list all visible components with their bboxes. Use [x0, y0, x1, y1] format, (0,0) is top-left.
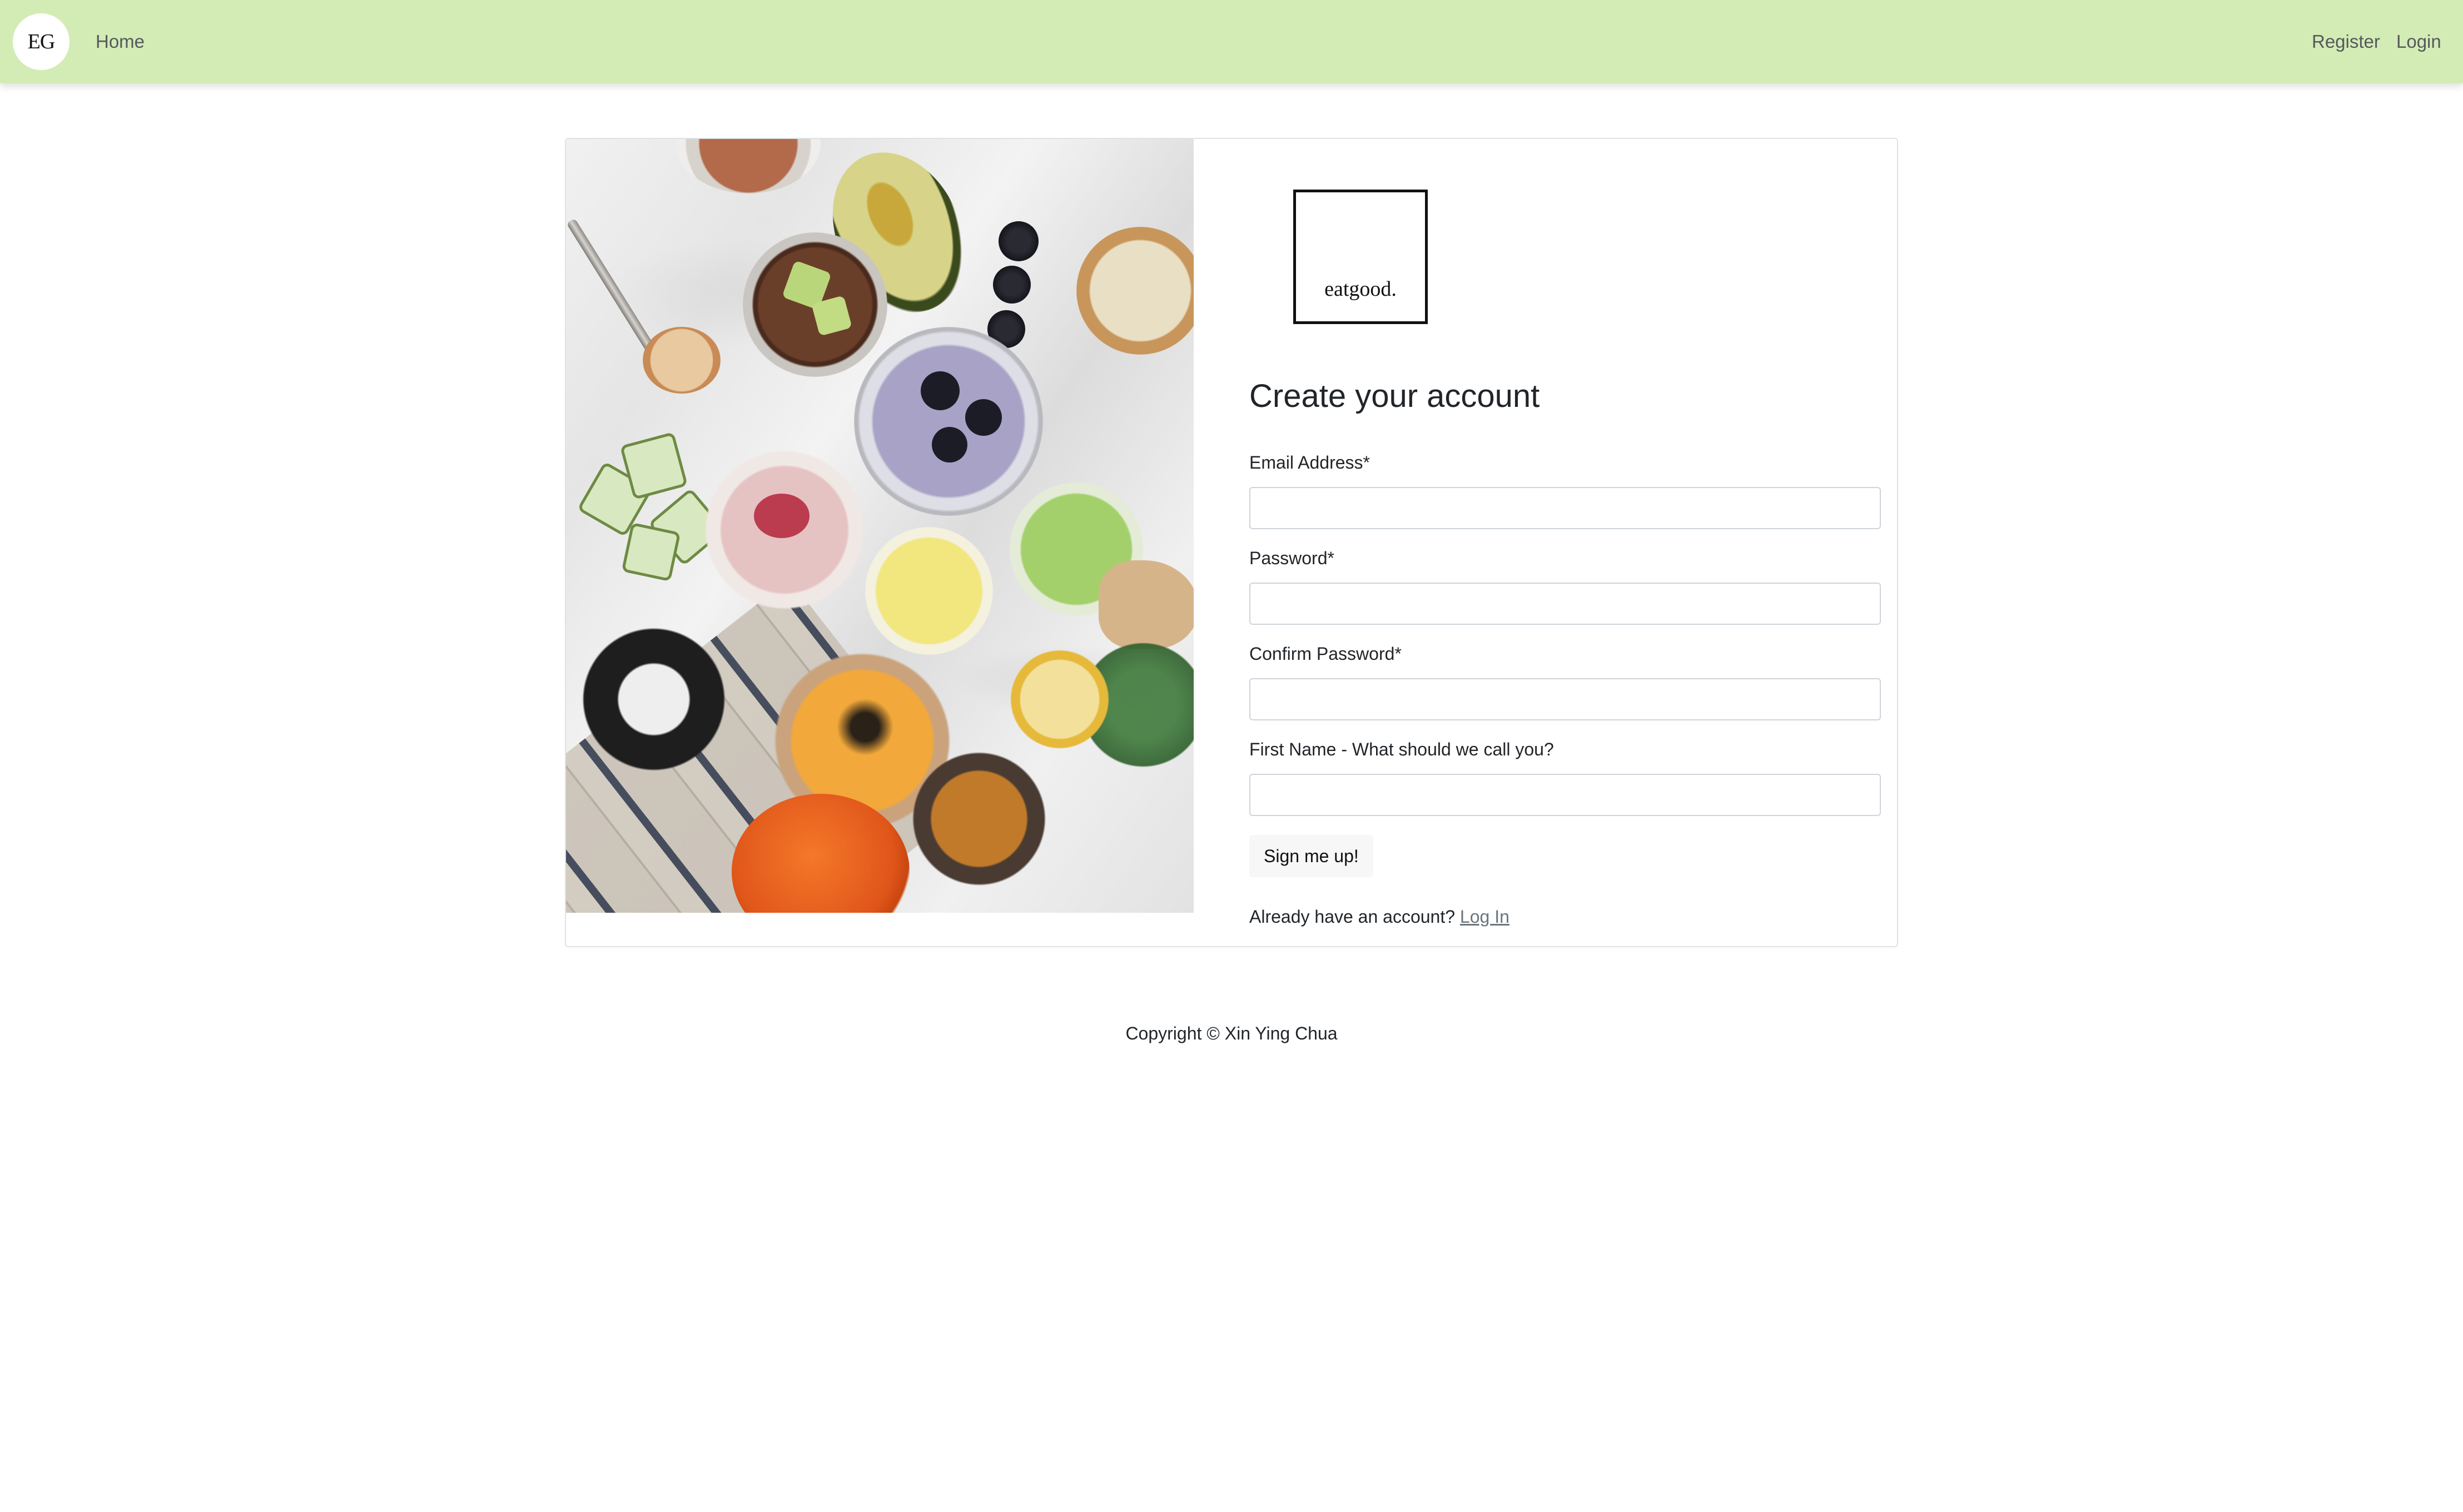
first-name-field[interactable]: [1249, 774, 1881, 816]
brand-logo[interactable]: EG: [13, 13, 69, 70]
smoothie-photo: [566, 139, 1194, 913]
login-link[interactable]: Log In: [1460, 907, 1509, 927]
confirm-password-label: Confirm Password*: [1249, 644, 1402, 664]
page-title: Create your account: [1249, 378, 1540, 414]
confirm-password-field[interactable]: [1249, 678, 1881, 720]
email-label: Email Address*: [1249, 452, 1370, 472]
logo-text: eatgood.: [1324, 277, 1397, 301]
password-field[interactable]: [1249, 583, 1881, 625]
email-field[interactable]: [1249, 487, 1881, 529]
nav-register-link[interactable]: Register: [2312, 30, 2380, 53]
sign-up-button[interactable]: Sign me up!: [1249, 835, 1373, 877]
password-label: Password*: [1249, 548, 1334, 568]
eatgood-logo: eatgood.: [1293, 190, 1428, 324]
register-card: eatgood. Create your account Email Addre…: [565, 138, 1898, 947]
login-prompt-line: Already have an account? Log In: [1249, 905, 1509, 928]
nav-login-link[interactable]: Login: [2396, 30, 2441, 53]
footer-copyright: Copyright © Xin Ying Chua: [1125, 1023, 1338, 1043]
first-name-label: First Name - What should we call you?: [1249, 739, 1554, 759]
login-prompt-text: Already have an account?: [1249, 907, 1456, 927]
navbar: EG Home Register Login: [0, 0, 2463, 83]
nav-home-link[interactable]: Home: [96, 30, 145, 53]
